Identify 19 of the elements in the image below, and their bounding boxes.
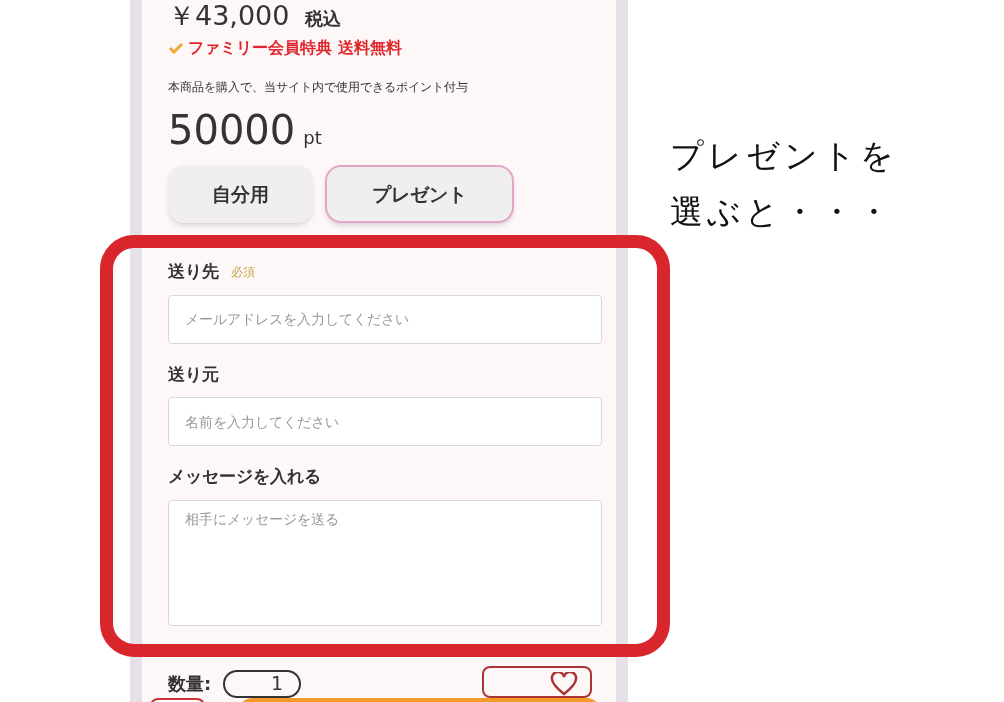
tax-note: 税込 <box>305 10 342 28</box>
message-field[interactable]: 相手にメッセージを送る <box>168 499 602 626</box>
input-field[interactable]: メールアドレスを入力してください <box>168 294 602 344</box>
purpose-tab[interactable]: プレゼント <box>325 165 514 223</box>
heart-icon <box>550 671 578 696</box>
field-label: 送り先 <box>168 260 219 283</box>
annotation-text: 選ぶと・・・ <box>670 191 895 233</box>
input-field[interactable]: 名前を入力してください <box>168 397 602 446</box>
points-note: 本商品を購入で、当サイト内で使用できるポイント付与 <box>168 79 469 96</box>
points-value: 50000 <box>168 110 296 150</box>
quantity-label: 数量: <box>168 671 212 696</box>
annotation-text: プレゼントを <box>670 135 898 177</box>
price: ￥43,000 <box>168 2 290 29</box>
purpose-tab[interactable]: 自分用 <box>168 165 313 223</box>
perk-text: ファミリー会員特典 送料無料 <box>188 37 402 59</box>
required-label: 必須 <box>231 263 255 281</box>
points-unit: pt <box>303 126 322 150</box>
field-label: 送り元 <box>168 362 219 386</box>
field-label: メッセージを入れる <box>168 465 321 488</box>
